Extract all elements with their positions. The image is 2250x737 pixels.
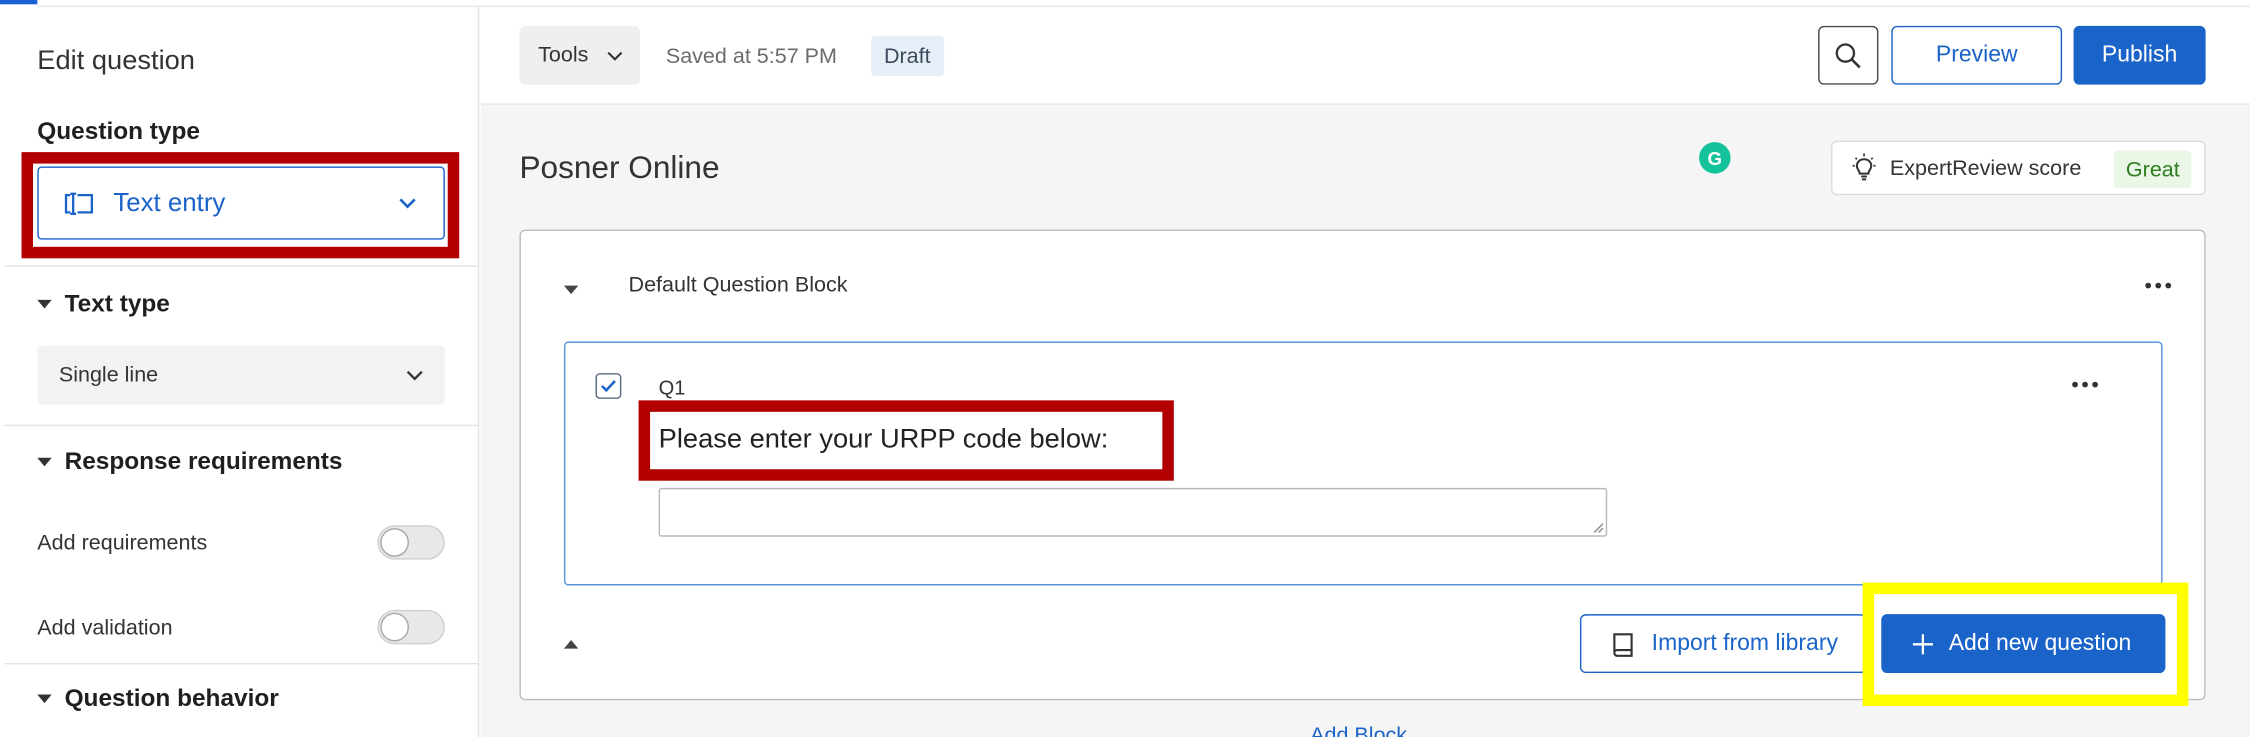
highlight-box-question-text bbox=[638, 400, 1174, 481]
collapse-block-icon[interactable] bbox=[563, 285, 579, 295]
question-more-icon[interactable] bbox=[2072, 381, 2098, 388]
add-requirements-row: Add requirements bbox=[37, 524, 445, 561]
question-behavior-heading: Question behavior bbox=[64, 684, 279, 712]
book-icon bbox=[1613, 632, 1633, 657]
edit-question-panel: Edit question Question type Text entry T… bbox=[4, 7, 480, 737]
add-requirements-label: Add requirements bbox=[37, 530, 208, 555]
move-block-up-icon[interactable] bbox=[563, 640, 579, 649]
import-label: Import from library bbox=[1651, 630, 1838, 656]
top-accent-bar bbox=[0, 0, 38, 5]
response-requirements-heading: Response requirements bbox=[64, 447, 343, 475]
question-number: Q1 bbox=[658, 375, 686, 399]
import-from-library-button[interactable]: Import from library bbox=[1579, 614, 1867, 674]
preview-button[interactable]: Preview bbox=[1891, 25, 2063, 85]
caret-down-icon bbox=[37, 457, 52, 467]
question-type-heading: Question type bbox=[37, 117, 200, 145]
expert-review-button[interactable]: ExpertReview score Great bbox=[1831, 140, 2206, 196]
text-type-value: Single line bbox=[58, 363, 159, 388]
text-type-section-toggle[interactable]: Text type bbox=[37, 290, 170, 319]
search-icon bbox=[1835, 42, 1861, 68]
divider bbox=[4, 424, 480, 427]
add-validation-toggle[interactable] bbox=[377, 609, 445, 645]
search-button[interactable] bbox=[1818, 25, 1879, 85]
expert-review-label: ExpertReview score bbox=[1889, 155, 2082, 181]
question-card[interactable]: Q1 Please enter your URPP code below: bbox=[563, 341, 2163, 586]
toggle-knob bbox=[380, 528, 409, 557]
response-requirements-section-toggle[interactable]: Response requirements bbox=[37, 447, 343, 477]
block-name[interactable]: Default Question Block bbox=[629, 273, 848, 297]
check-icon bbox=[601, 380, 616, 393]
add-validation-label: Add validation bbox=[37, 614, 173, 640]
lightbulb-icon bbox=[1852, 153, 1876, 181]
toolbar: Tools Saved at 5:57 PM Draft Preview Pub… bbox=[480, 7, 2250, 105]
toggle-knob bbox=[380, 612, 409, 642]
add-block-link[interactable]: Add Block bbox=[1310, 723, 1407, 737]
expert-review-score: Great bbox=[2114, 150, 2192, 188]
text-type-select[interactable]: Single line bbox=[37, 345, 445, 405]
panel-title: Edit question bbox=[37, 45, 195, 77]
text-entry-answer-field[interactable] bbox=[658, 487, 1608, 537]
divider bbox=[4, 662, 480, 665]
chevron-down-icon bbox=[406, 370, 423, 381]
divider bbox=[4, 265, 480, 267]
tools-menu-button[interactable]: Tools bbox=[519, 25, 641, 85]
highlight-box-add-question bbox=[1862, 582, 2189, 707]
saved-status: Saved at 5:57 PM bbox=[665, 44, 837, 69]
caret-down-icon bbox=[37, 694, 52, 704]
question-behavior-section-toggle[interactable]: Question behavior bbox=[37, 684, 279, 713]
question-select-checkbox[interactable] bbox=[595, 373, 622, 399]
highlight-box-question-type bbox=[21, 152, 460, 259]
status-badge: Draft bbox=[871, 35, 944, 77]
app-window: Edit question Question type Text entry T… bbox=[0, 0, 2250, 737]
grammarly-icon[interactable]: G bbox=[1699, 142, 1731, 174]
add-requirements-toggle[interactable] bbox=[377, 525, 445, 560]
survey-editor: Tools Saved at 5:57 PM Draft Preview Pub… bbox=[480, 7, 2250, 737]
survey-title: Posner Online bbox=[519, 149, 720, 186]
text-type-heading: Text type bbox=[64, 289, 170, 318]
publish-button[interactable]: Publish bbox=[2073, 25, 2206, 85]
add-validation-row: Add validation bbox=[37, 608, 445, 645]
question-block: Default Question Block Q1 Please enter y… bbox=[519, 229, 2206, 707]
caret-down-icon bbox=[37, 299, 52, 309]
tools-label: Tools bbox=[538, 43, 589, 68]
chevron-down-icon bbox=[607, 51, 623, 61]
resize-handle-icon[interactable] bbox=[1593, 522, 1604, 533]
block-more-icon[interactable] bbox=[2145, 282, 2172, 289]
